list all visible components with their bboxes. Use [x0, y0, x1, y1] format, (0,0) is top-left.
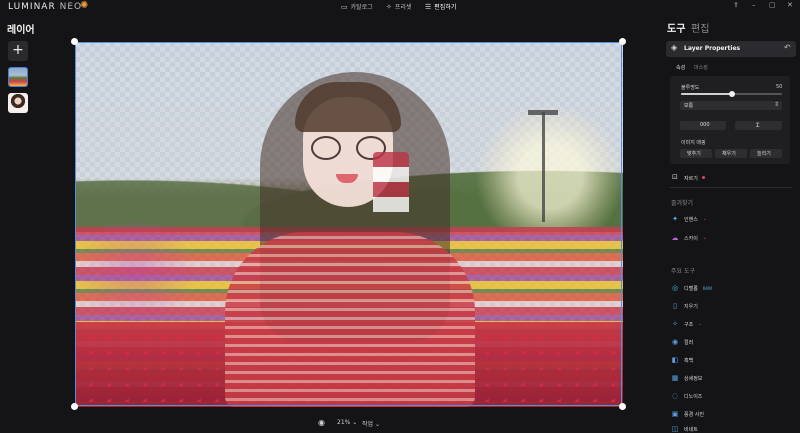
tool-landscape-label: 풍경 사진 — [684, 411, 704, 418]
landscape-icon: ▣ — [671, 410, 679, 418]
tool-develop[interactable]: ◎ 디벨롭 RAW — [671, 284, 712, 292]
transform-handle-top-right[interactable] — [619, 38, 626, 45]
tab-catalog[interactable]: ▭ 카탈로그 — [341, 2, 373, 12]
tool-bw-label: 흑백 — [684, 357, 694, 364]
sliders-icon: ☰ — [425, 2, 432, 11]
layer-thumbnail-portrait[interactable] — [8, 93, 28, 113]
crop-tool-label[interactable]: 자르기 — [684, 175, 698, 182]
transform-handle-bottom-left[interactable] — [71, 403, 78, 410]
crop-indicator-dot — [702, 176, 705, 179]
image-mapping-label: 이미지 매핑 — [681, 140, 706, 146]
text-cursor-icon: Ɪ — [756, 122, 760, 129]
eraser-icon: ▯ — [673, 302, 677, 310]
tool-color[interactable]: ◉ 컬러 — [671, 338, 693, 346]
tab-presets[interactable]: ✧ 프리셋 — [386, 2, 412, 12]
tab-edits[interactable]: 편집 — [691, 20, 709, 35]
favorites-title: 즐겨찾기 — [671, 200, 694, 207]
zoom-level[interactable]: 21% ⌄ — [337, 419, 357, 426]
chevron-updown-icon: ⇕ — [774, 101, 780, 108]
sky-icon: ☁ — [671, 234, 679, 242]
blend-mode-select[interactable] — [680, 101, 782, 110]
tool-landscape[interactable]: ▣ 풍경 사진 — [671, 410, 704, 418]
tool-enhance-label: 인핸스 — [684, 216, 698, 223]
layer-bounding-frame — [75, 42, 622, 406]
blend-mode-value: 보통 — [684, 103, 694, 109]
tool-details-label: 상세정보 — [684, 375, 703, 382]
tool-structure[interactable]: ✧ 구조 ⌄ — [671, 320, 702, 328]
tool-enhance[interactable]: ✦ 인핸스 ⌄ — [671, 215, 707, 223]
chevron-down-icon: ⌄ — [702, 235, 708, 241]
tool-denoise[interactable]: ◌ 디노이즈 — [671, 392, 702, 400]
logo-spark-icon: ✺ — [80, 0, 89, 11]
zoom-value-text: 21% — [337, 419, 351, 426]
layer-properties-title: Layer Properties — [684, 45, 741, 52]
stretch-button-label: 늘리기 — [757, 151, 771, 157]
view-mode-text: 작업 — [362, 421, 374, 428]
chevron-down-icon: ⌄ — [698, 321, 703, 327]
logo-suffix: NEO — [59, 2, 83, 12]
tool-eraser-label: 지우기 — [684, 303, 698, 310]
tool-structure-label: 구조 — [684, 321, 694, 328]
fill-button-label: 채우기 — [722, 151, 736, 157]
details-icon: ▦ — [671, 374, 679, 382]
fit-button-label: 맞추기 — [687, 151, 701, 157]
transform-handle-bottom-right[interactable] — [619, 403, 626, 410]
maximize-button[interactable]: ▢ — [769, 1, 776, 9]
logo-text: LUMINAR — [8, 2, 56, 12]
tab-catalog-label: 카탈로그 — [350, 4, 373, 11]
tool-details[interactable]: ▦ 상세정보 — [671, 374, 703, 382]
transform-handle-top-left[interactable] — [71, 38, 78, 45]
tool-develop-label: 디벨롭 — [684, 285, 698, 292]
share-button[interactable]: ⇪ — [733, 1, 739, 9]
minimize-button[interactable]: – — [752, 1, 756, 9]
tool-color-label: 컬러 — [684, 339, 694, 346]
view-mode-dropdown[interactable]: 작업 ⌄ — [362, 419, 380, 428]
color-icon: ◉ — [671, 338, 679, 346]
opacity-value: 50 — [776, 84, 783, 90]
opacity-slider-knob[interactable] — [729, 91, 735, 97]
layers-icon: ◈ — [671, 43, 678, 52]
tool-eraser[interactable]: ▯ 지우기 — [671, 302, 698, 310]
opacity-slider-fill — [681, 93, 732, 95]
close-button[interactable]: ✕ — [787, 1, 793, 9]
main-tools-title: 주요 도구 — [671, 268, 695, 275]
tool-denoise-label: 디노이즈 — [684, 393, 703, 400]
develop-icon: ◎ — [671, 284, 679, 292]
denoise-icon: ◌ — [671, 392, 679, 400]
app-logo: LUMINAR NEO — [8, 2, 82, 12]
vignette-icon: ◫ — [671, 425, 679, 433]
layer-thumbnail-landscape[interactable] — [8, 67, 28, 87]
tab-presets-label: 프리셋 — [394, 4, 412, 11]
eye-icon[interactable]: ◉ — [318, 418, 325, 427]
crop-icon: ⊡ — [672, 173, 678, 181]
undo-icon[interactable]: ↶ — [784, 43, 791, 52]
divider — [670, 187, 792, 188]
tool-vignette-label: 비네트 — [684, 426, 698, 433]
raw-badge: RAW — [702, 285, 712, 291]
tool-sky-label: 스카이 — [684, 235, 698, 242]
tool-vignette[interactable]: ◫ 비네트 — [671, 425, 698, 433]
tab-masking[interactable]: 마스킹 — [694, 64, 708, 71]
tool-sky[interactable]: ☁ 스카이 ⌄ — [671, 234, 708, 242]
tab-properties[interactable]: 속성 — [676, 64, 685, 71]
tab-edit[interactable]: ☰ 편집하기 — [425, 2, 457, 12]
tool-bw[interactable]: ◧ 흑백 — [671, 356, 694, 364]
chevron-down-icon: ⌄ — [702, 216, 708, 222]
structure-icon: ✧ — [672, 320, 678, 328]
add-layer-button[interactable]: + — [8, 41, 28, 61]
opacity-label: 불투명도 — [681, 85, 700, 91]
layers-title: 레이어 — [7, 25, 35, 36]
folder-icon: ▭ — [341, 2, 348, 11]
layer-action-button-a-label: 000 — [700, 122, 710, 128]
tab-edit-label: 편집하기 — [434, 4, 457, 11]
enhance-icon: ✦ — [672, 215, 678, 223]
sparkle-icon: ✧ — [386, 2, 392, 11]
tab-tools[interactable]: 도구 — [667, 20, 685, 35]
bw-icon: ◧ — [671, 356, 679, 364]
